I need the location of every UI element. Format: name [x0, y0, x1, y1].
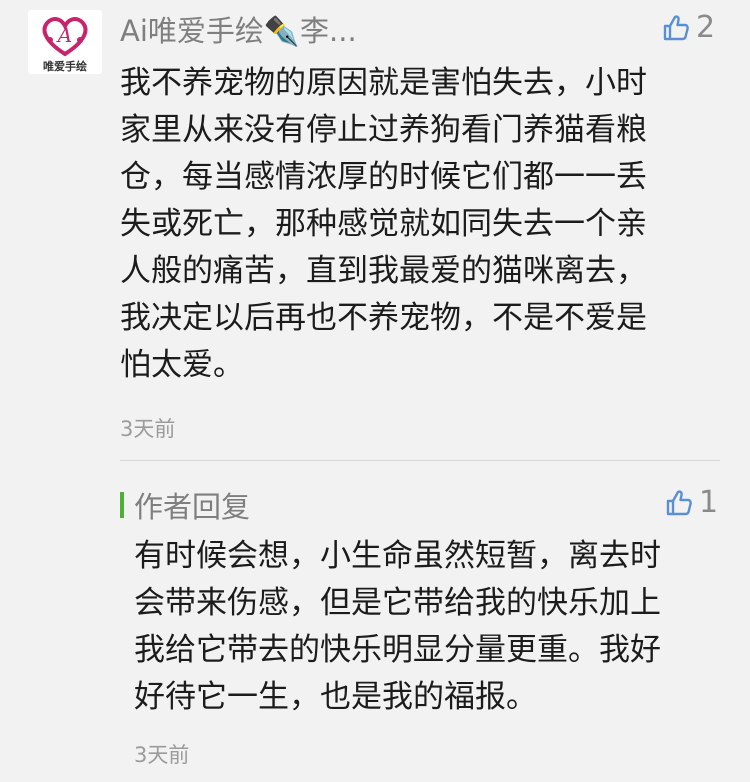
reply-line: 有时候会想，小生命虽然短暂，离去时: [134, 538, 661, 574]
avatar[interactable]: A 唯爱手绘: [28, 10, 102, 74]
divider: [120, 460, 720, 461]
reply-like-button[interactable]: 1: [663, 485, 718, 520]
reply-like-count: 1: [699, 485, 719, 520]
reply-accent-bar: [120, 492, 124, 518]
comment-username[interactable]: Ai唯爱手绘✒️李...: [120, 8, 357, 50]
like-count: 2: [696, 10, 716, 45]
avatar-label: 唯爱手绘: [43, 60, 87, 73]
logo-icon: A: [42, 17, 88, 57]
svg-text:A: A: [56, 23, 72, 47]
comment-text: 我不养宠物的原因就是害怕失去，小时 家里从来没有停止过养狗看门养猫看粮 仓，每当…: [120, 60, 720, 389]
reply-timestamp: 3天前: [134, 743, 190, 767]
thumbs-up-icon: [663, 488, 693, 518]
comment-line: 怕太爱。: [120, 347, 244, 383]
comment-line: 我决定以后再也不养宠物，不是不爱是: [120, 300, 647, 336]
comment-line: 失或死亡，那种感觉就如同失去一个亲: [120, 206, 647, 242]
thumbs-up-icon: [660, 13, 690, 43]
reply-line: 会带来伤感，但是它带给我的快乐加上: [134, 585, 661, 621]
reply-line: 我给它带去的快乐明显分量更重。我好: [134, 632, 661, 668]
comment-line: 仓，每当感情浓厚的时候它们都一一丢: [120, 159, 647, 195]
comment-line: 家里从来没有停止过养狗看门养猫看粮: [120, 112, 647, 148]
reply-title: 作者回复: [134, 490, 251, 524]
like-button[interactable]: 2: [660, 10, 715, 45]
comment-timestamp: 3天前: [120, 417, 176, 441]
reply-text: 有时候会想，小生命虽然短暂，离去时 会带来伤感，但是它带给我的快乐加上 我给它带…: [134, 533, 734, 721]
comment-line: 我不养宠物的原因就是害怕失去，小时: [120, 65, 647, 101]
reply-line: 好待它一生，也是我的福报。: [134, 679, 537, 715]
comment-line: 人般的痛苦，直到我最爱的猫咪离去，: [120, 253, 647, 289]
